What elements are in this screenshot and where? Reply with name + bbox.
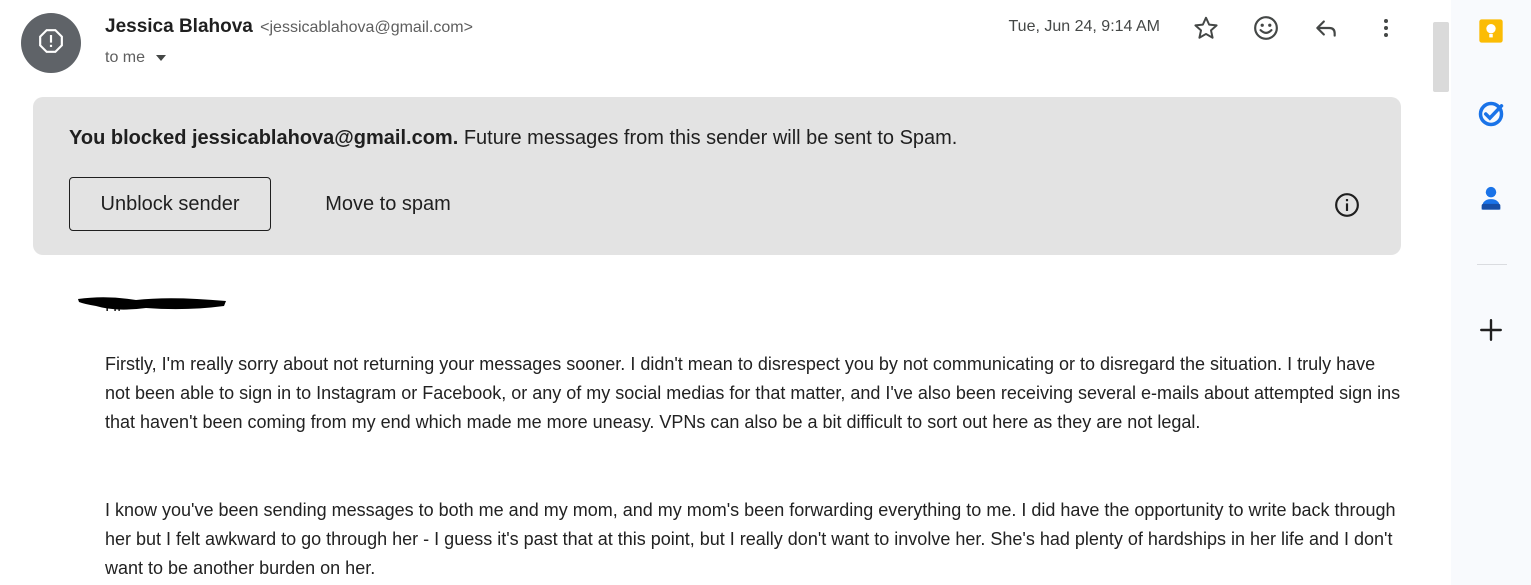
side-panel: [1451, 0, 1531, 585]
keep-icon[interactable]: [1475, 15, 1507, 47]
more-vert-icon[interactable]: [1368, 10, 1404, 46]
recipient-details[interactable]: to me: [105, 48, 171, 68]
contacts-icon[interactable]: [1475, 182, 1507, 214]
move-to-spam-button[interactable]: Move to spam: [303, 177, 473, 231]
reply-icon[interactable]: [1308, 10, 1344, 46]
add-icon[interactable]: [1475, 314, 1507, 346]
chevron-down-icon[interactable]: [151, 48, 171, 68]
email-paragraph: I know you've been sending messages to b…: [105, 500, 1396, 578]
emoji-icon[interactable]: [1248, 10, 1284, 46]
email-paragraph: Firstly, I'm really sorry about not retu…: [105, 354, 1401, 432]
recipient-label: to me: [105, 49, 146, 66]
blocked-sender-banner: You blocked jessicablahova@gmail.com. Fu…: [33, 97, 1401, 255]
banner-bold-text: You blocked jessicablahova@gmail.com.: [69, 127, 459, 149]
star-icon[interactable]: [1188, 10, 1224, 46]
warning-icon: [38, 28, 64, 59]
tasks-icon[interactable]: [1475, 98, 1507, 130]
side-panel-divider: [1477, 264, 1507, 265]
sender-email: <jessicablahova@gmail.com>: [260, 19, 473, 36]
message-date: Tue, Jun 24, 9:14 AM: [1008, 18, 1161, 35]
banner-message: You blocked jessicablahova@gmail.com. Fu…: [69, 127, 957, 150]
sender-avatar[interactable]: [21, 13, 81, 73]
email-view: Jessica Blahova <jessicablahova@gmail.co…: [0, 0, 1422, 585]
info-icon[interactable]: [1331, 189, 1363, 221]
scrollbar-thumb[interactable]: [1433, 22, 1449, 92]
banner-text: Future messages from this sender will be…: [458, 127, 958, 149]
sender-line: Jessica Blahova <jessicablahova@gmail.co…: [105, 16, 473, 38]
sender-name[interactable]: Jessica Blahova: [105, 16, 253, 37]
redaction-mark: [78, 297, 226, 310]
unblock-sender-button[interactable]: Unblock sender: [69, 177, 271, 231]
